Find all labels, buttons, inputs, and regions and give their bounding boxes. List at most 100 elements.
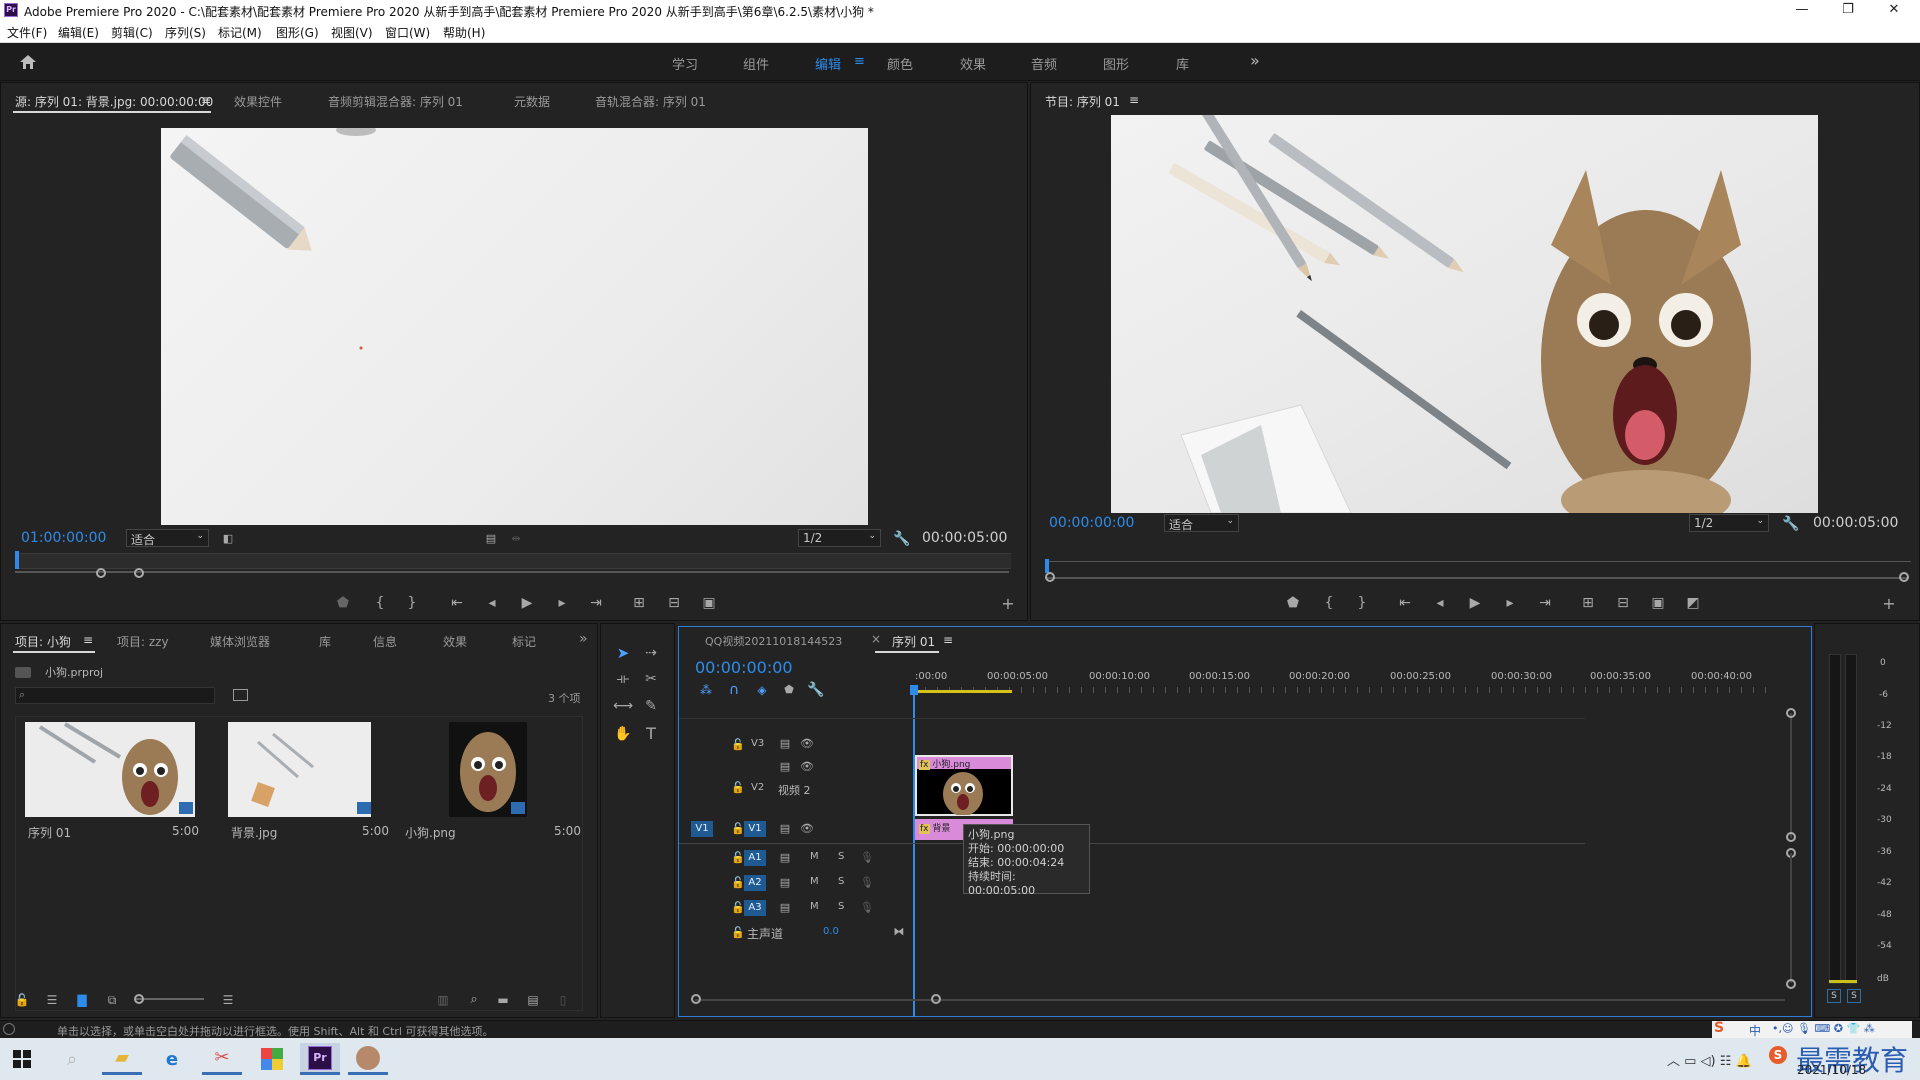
add-marker-icon[interactable]: ⬟ — [333, 593, 353, 613]
video-vertical-scrollbar[interactable] — [1790, 713, 1792, 838]
step-back-icon[interactable]: ◂ — [1430, 593, 1450, 613]
maximize-button[interactable]: ❐ — [1825, 0, 1871, 21]
workspace-effects[interactable]: 效果 — [960, 54, 986, 73]
list-view-icon[interactable]: ☰ — [42, 990, 62, 1010]
program-resolution-dropdown[interactable]: 1/2 ⌄ — [1689, 514, 1769, 532]
mute-button[interactable]: M — [810, 876, 819, 887]
linked-selection-icon[interactable]: ◈ — [752, 680, 772, 700]
tab-media-browser[interactable]: 媒体浏览器 — [210, 633, 270, 650]
eye-icon[interactable]: 👁 — [800, 737, 814, 750]
mic-icon[interactable]: 🎙 — [860, 876, 874, 889]
source-video-frame[interactable] — [161, 128, 868, 525]
lock-icon[interactable]: 🔓 — [731, 738, 745, 751]
program-time-ruler[interactable] — [1045, 555, 1911, 565]
drag-video-icon[interactable]: ⇹ — [506, 529, 526, 549]
clip-dog-v2[interactable]: fx 小狗.png — [915, 755, 1013, 816]
photos-app-icon[interactable] — [252, 1043, 292, 1075]
tab-program[interactable]: 节目: 序列 01 — [1045, 93, 1120, 110]
program-playhead[interactable] — [1045, 559, 1049, 573]
menu-edit[interactable]: 编辑(E) — [58, 24, 99, 41]
track-target-a2[interactable]: A2 — [744, 875, 766, 891]
project-item-name[interactable]: 序列 01 — [28, 824, 71, 841]
master-volume-value[interactable]: 0.0 — [823, 926, 839, 937]
thumbnail-size-handle[interactable] — [134, 994, 144, 1004]
workspace-more-icon[interactable]: » — [1250, 51, 1260, 70]
nest-toggle-icon[interactable]: ⁂ — [696, 680, 716, 700]
add-marker-icon[interactable]: ⬟ — [779, 680, 799, 700]
hscroll-handle-left[interactable] — [691, 994, 701, 1004]
go-to-out-icon[interactable]: ⇥ — [586, 593, 606, 613]
close-window-button[interactable]: ✕ — [1871, 0, 1917, 21]
tab-info[interactable]: 信息 — [373, 633, 397, 650]
overwrite-icon[interactable]: ⊟ — [664, 593, 684, 613]
lock-icon[interactable]: 🔓 — [731, 901, 745, 914]
go-to-in-icon[interactable]: ⇤ — [447, 593, 467, 613]
mark-out-icon[interactable]: } — [402, 593, 422, 613]
source-time-ruler[interactable] — [15, 553, 1011, 569]
step-forward-icon[interactable]: ▸ — [1500, 593, 1520, 613]
solo-button[interactable]: S — [838, 901, 844, 912]
close-tab-icon[interactable]: × — [871, 632, 881, 646]
go-to-end-icon[interactable]: ⧓ — [892, 925, 906, 938]
program-zoom-handle-left[interactable] — [1045, 572, 1055, 582]
sync-lock-icon[interactable]: ▤ — [778, 901, 792, 914]
ime-tools-icon[interactable]: •,☺ 🎙 ⌨ ✪ 👕 ⁂ — [1772, 1022, 1875, 1035]
ime-toolbar[interactable]: S 中 •,☺ 🎙 ⌨ ✪ 👕 ⁂ — [1712, 1020, 1912, 1039]
tab-markers[interactable]: 标记 — [512, 633, 536, 650]
trash-icon[interactable]: ▯ — [553, 990, 573, 1010]
meter-solo-left[interactable]: S — [1827, 989, 1841, 1003]
project-item-name[interactable]: 小狗.png — [405, 824, 456, 841]
tab-audio-clip-mixer[interactable]: 音频剪辑混合器: 序列 01 — [328, 93, 463, 110]
work-area-bar[interactable] — [913, 690, 1012, 693]
hand-tool-icon[interactable]: ✋ — [613, 724, 633, 744]
windows-start-icon[interactable] — [2, 1043, 42, 1075]
minimize-button[interactable]: — — [1779, 0, 1825, 21]
lock-icon[interactable]: 🔓 — [731, 926, 745, 939]
sync-lock-icon[interactable]: ▤ — [778, 851, 792, 864]
new-search-bin-icon[interactable] — [233, 689, 248, 701]
workspace-color[interactable]: 颜色 — [887, 54, 913, 73]
track-select-tool-icon[interactable]: ⇢ — [641, 643, 661, 663]
source-fit-dropdown[interactable]: 适合 ⌄ — [126, 529, 209, 547]
project-search-input[interactable]: ⌕ — [15, 687, 215, 704]
file-explorer-icon[interactable]: ▰ — [102, 1043, 142, 1075]
timeline-ruler[interactable]: :00:00 00:00:05:00 00:00:10:00 00:00:15:… — [913, 669, 1773, 697]
tab-effects[interactable]: 效果 — [443, 633, 467, 650]
workspace-libraries[interactable]: 库 — [1176, 54, 1189, 73]
project-more-tabs-icon[interactable]: » — [579, 631, 588, 647]
extract-icon[interactable]: ⊟ — [1613, 593, 1633, 613]
menu-file[interactable]: 文件(F) — [7, 24, 47, 41]
hscroll-handle-right[interactable] — [931, 994, 941, 1004]
track-target-v1[interactable]: V1 — [744, 821, 766, 837]
find-icon[interactable]: ⌕ — [464, 990, 484, 1010]
workspace-editing[interactable]: 编辑 — [815, 54, 841, 73]
taskbar-search-icon[interactable]: ⌕ — [52, 1043, 92, 1075]
mute-button[interactable]: M — [810, 901, 819, 912]
program-playhead-timecode[interactable]: 00:00:00:00 — [1049, 515, 1134, 531]
automate-to-sequence-icon[interactable]: ▥ — [433, 990, 453, 1010]
sync-lock-icon[interactable]: ▤ — [778, 737, 792, 750]
source-resolution-dropdown[interactable]: 1/2 ⌄ — [798, 529, 881, 547]
export-frame-icon[interactable]: ▣ — [1648, 593, 1668, 613]
taskbar-date[interactable]: 2021/10/18 — [1797, 1063, 1866, 1077]
go-to-out-icon[interactable]: ⇥ — [1535, 593, 1555, 613]
go-to-in-icon[interactable]: ⇤ — [1395, 593, 1415, 613]
button-editor-icon[interactable]: + — [998, 594, 1018, 614]
workspace-audio[interactable]: 音频 — [1031, 54, 1057, 73]
scroll-handle[interactable] — [1786, 979, 1796, 989]
track-target-a1[interactable]: A1 — [744, 850, 766, 866]
sequence-tab-menu-icon[interactable]: ≡ — [943, 633, 953, 647]
eye-icon[interactable]: 👁 — [800, 822, 814, 835]
play-icon[interactable]: ▶ — [517, 593, 537, 613]
sync-lock-icon[interactable]: ▤ — [778, 822, 792, 835]
tray-icons[interactable]: ︿ ▭ ◁) ☷ 🔔 — [1667, 1050, 1752, 1069]
program-zoom-bar[interactable] — [1045, 577, 1909, 579]
solo-button[interactable]: S — [838, 851, 844, 862]
project-item-thumb-sequence[interactable] — [25, 722, 195, 817]
freeform-view-icon[interactable]: ⧉ — [102, 990, 122, 1010]
menu-marker[interactable]: 标记(M) — [218, 24, 262, 41]
source-zoom-handle-left[interactable] — [96, 568, 106, 578]
menu-clip[interactable]: 剪辑(C) — [111, 24, 153, 41]
solo-button[interactable]: S — [838, 876, 844, 887]
timeline-timecode[interactable]: 00:00:00:00 — [695, 658, 793, 677]
